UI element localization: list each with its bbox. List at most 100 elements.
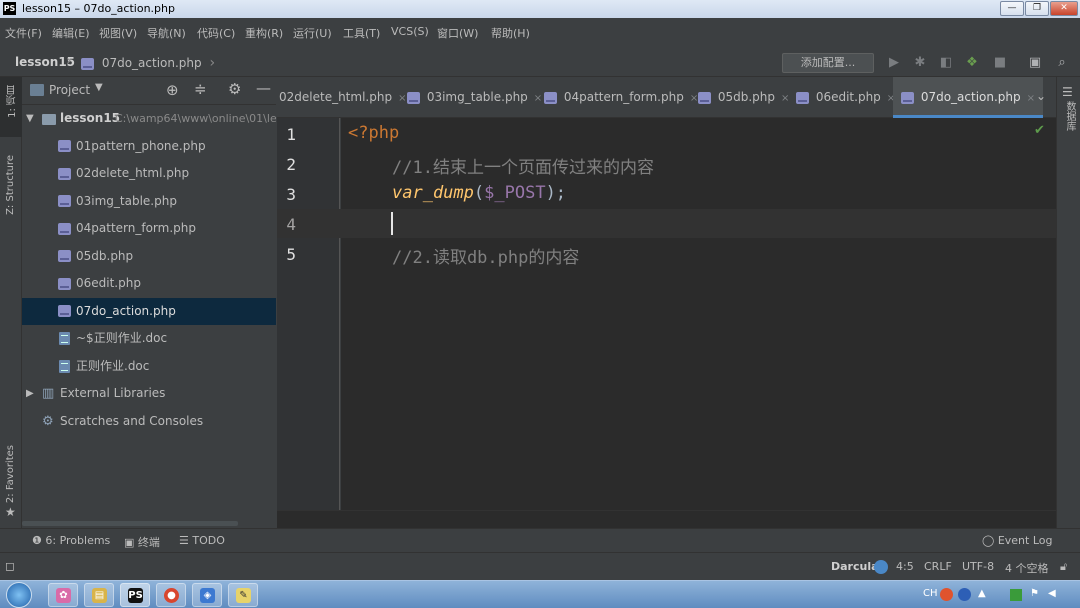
tree-file-row[interactable]: 03img_table.php	[22, 188, 276, 216]
tab-03img-table[interactable]: 03img_table.php ×	[407, 77, 542, 118]
chevron-right-icon[interactable]: ▶	[26, 380, 34, 408]
close-tab-icon[interactable]: ×	[534, 93, 542, 104]
close-tab-icon[interactable]: ×	[690, 93, 698, 104]
php-file-icon	[544, 91, 557, 104]
file-name: 02delete_html.php	[76, 166, 190, 180]
taskbar-app-button[interactable]: ◈	[192, 583, 222, 607]
todo-tool-button[interactable]: ☰ TODO	[179, 534, 225, 547]
tree-file-row[interactable]: 02delete_html.php	[22, 160, 276, 188]
breadcrumb-file[interactable]: 07do_action.php ›	[81, 55, 215, 71]
sogou-ime-icon[interactable]	[940, 588, 953, 601]
menu-help[interactable]: 帮助(H)	[491, 25, 530, 41]
todo-label: TODO	[192, 534, 225, 547]
line-number: 5	[286, 245, 296, 264]
close-tab-icon[interactable]: ×	[1027, 93, 1035, 104]
input-method-indicator[interactable]: CH	[923, 588, 938, 599]
profile-icon[interactable]: ❖	[964, 55, 980, 71]
network-tray-icon[interactable]	[1010, 589, 1022, 601]
database-tool-tab[interactable]: 数据库	[1062, 101, 1077, 131]
indent-setting[interactable]: 4 个空格	[1005, 560, 1049, 576]
tab-02delete-html[interactable]: 02delete_html.php ×	[279, 77, 406, 118]
flag-tray-icon[interactable]: ⚑	[1030, 588, 1039, 599]
locate-file-icon[interactable]: ⊕	[166, 81, 179, 99]
php-file-icon	[58, 222, 71, 235]
menu-file[interactable]: 文件(F)	[5, 25, 42, 41]
menu-navigate[interactable]: 导航(N)	[147, 25, 186, 41]
lock-icon[interactable]: 🔓︎	[1060, 560, 1067, 574]
tree-file-row[interactable]: 正则作业.doc	[22, 353, 276, 381]
minimize-button[interactable]: —	[1000, 1, 1024, 16]
taskbar-app-button[interactable]: ●	[156, 583, 186, 607]
project-tree-scrollbar[interactable]	[22, 521, 238, 526]
help-tray-icon[interactable]	[958, 588, 971, 601]
menu-run[interactable]: 运行(U)	[293, 25, 332, 41]
code-line-1: <?php	[348, 123, 400, 143]
menu-vcs[interactable]: VCS(S)	[391, 25, 429, 38]
taskbar-app-button[interactable]: ▤	[84, 583, 114, 607]
favorites-tool-tab[interactable]: 2: Favorites	[5, 445, 16, 503]
menu-refactor[interactable]: 重构(R)	[245, 25, 283, 41]
menu-tools[interactable]: 工具(T)	[343, 25, 380, 41]
add-configuration-button[interactable]: 添加配置...	[782, 53, 874, 73]
tab-07do-action[interactable]: 07do_action.php ×	[893, 77, 1044, 118]
chevron-down-icon[interactable]: ▼	[26, 105, 34, 133]
caret-position[interactable]: 4:5	[896, 560, 914, 573]
tree-file-row-selected[interactable]: 07do_action.php	[22, 297, 276, 325]
close-tab-icon[interactable]: ×	[781, 93, 789, 104]
layout-icon[interactable]: ▣	[1027, 55, 1043, 71]
tree-file-row[interactable]: 04pattern_form.php	[22, 215, 276, 243]
file-encoding[interactable]: UTF-8	[962, 560, 994, 573]
text-caret	[391, 212, 393, 235]
tab-label: 05db.php	[717, 90, 775, 104]
project-view-selector[interactable]: Project	[49, 83, 90, 97]
taskbar-app-button[interactable]: ✿	[48, 583, 78, 607]
hide-panel-icon[interactable]: —	[256, 79, 271, 97]
debug-icon[interactable]: ✱	[912, 55, 928, 71]
menu-code[interactable]: 代码(C)	[197, 25, 235, 41]
menu-edit[interactable]: 编辑(E)	[52, 25, 90, 41]
tree-external-libraries[interactable]: ▶ ▥ External Libraries	[22, 380, 276, 408]
tree-file-row[interactable]: 06edit.php	[22, 270, 276, 298]
maximize-button[interactable]: ❐	[1025, 1, 1049, 16]
tree-file-row[interactable]: 05db.php	[22, 243, 276, 271]
collapse-all-icon[interactable]: ≑	[194, 80, 207, 98]
taskbar-app-button[interactable]: ✎	[228, 583, 258, 607]
tray-expand-icon[interactable]: ▲	[978, 588, 986, 599]
structure-tool-tab[interactable]: Z: Structure	[5, 155, 16, 215]
problems-tool-button[interactable]: ❶ 6: Problems	[32, 534, 110, 547]
tab-04pattern-form[interactable]: 04pattern_form.php ×	[544, 77, 698, 118]
line-separator[interactable]: CRLF	[924, 560, 952, 573]
theme-name[interactable]: Darcula	[831, 560, 879, 573]
terminal-tool-button[interactable]: ▣ 终端	[124, 534, 160, 550]
tree-scratches[interactable]: ⚙ Scratches and Consoles	[22, 408, 276, 436]
close-tab-icon[interactable]: ×	[398, 93, 406, 104]
event-log-button[interactable]: ◯ Event Log	[982, 534, 1052, 547]
menu-view[interactable]: 视图(V)	[99, 25, 137, 41]
search-everywhere-icon[interactable]: ⌕	[1054, 55, 1070, 71]
project-tool-tab[interactable]: 1: 项目	[0, 77, 22, 137]
close-window-button[interactable]: ✕	[1050, 1, 1078, 16]
terminal-label: 终端	[137, 536, 160, 549]
stop-icon[interactable]: ■	[992, 55, 1008, 71]
event-log-icon: ◯	[982, 534, 995, 547]
volume-tray-icon[interactable]: ◀	[1048, 588, 1056, 599]
menu-window[interactable]: 窗口(W)	[437, 25, 478, 41]
php-file-icon	[698, 91, 711, 104]
taskbar-app-button[interactable]: PS	[120, 583, 150, 607]
run-icon[interactable]: ▶	[886, 55, 902, 71]
coverage-icon[interactable]: ◧	[938, 55, 954, 71]
tab-05db[interactable]: 05db.php ×	[698, 77, 789, 118]
tab-06edit[interactable]: 06edit.php ×	[796, 77, 895, 118]
file-name: 正则作业.doc	[76, 358, 150, 373]
tab-list-chevron-icon[interactable]: ⌄	[1036, 89, 1046, 103]
chevron-down-icon[interactable]: ▼	[95, 82, 103, 93]
tree-root-lesson15[interactable]: ▼ lesson15 C:\wamp64\www\online\01\le	[22, 105, 276, 133]
gear-icon[interactable]: ⚙	[228, 80, 241, 98]
tool-window-toggle-icon[interactable]: ◻	[5, 559, 15, 573]
start-orb-icon[interactable]	[6, 582, 32, 608]
tree-file-row[interactable]: 01pattern_phone.php	[22, 133, 276, 161]
inspection-ok-icon[interactable]: ✔	[1034, 123, 1045, 138]
todo-icon: ☰	[179, 534, 189, 547]
left-tool-stripe: 1: 项目 Z: Structure 2: Favorites ★	[0, 77, 22, 552]
tree-file-row[interactable]: ~$正则作业.doc	[22, 325, 276, 353]
